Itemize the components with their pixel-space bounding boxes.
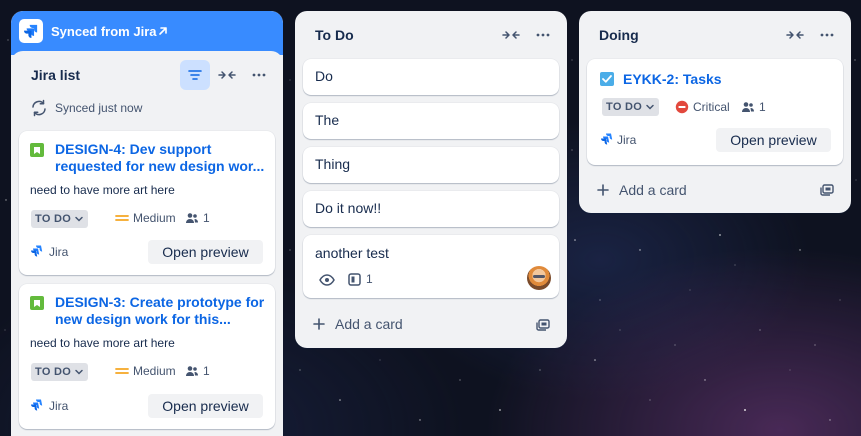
card-title: The [315, 112, 340, 128]
chevron-down-icon [646, 104, 654, 110]
synced-from-jira-banner[interactable]: Synced from Jira [11, 11, 283, 55]
task-checkbox-icon [600, 72, 614, 86]
more-icon [820, 33, 834, 37]
card-title: Thing [315, 156, 351, 172]
banner-title: Synced from Jira [51, 24, 157, 39]
list-title[interactable]: Doing [599, 27, 639, 43]
status-dropdown[interactable]: TO DO [602, 98, 660, 116]
jira-source-icon [31, 399, 43, 411]
add-card-label: Add a card [335, 316, 403, 332]
list-title[interactable]: Jira list [31, 67, 80, 83]
jira-card-design-4[interactable]: DESIGN-4: Dev support requested for new … [19, 131, 275, 275]
filter-icon [188, 70, 202, 80]
source-label: Jira [49, 399, 69, 413]
people-icon [186, 213, 198, 223]
plus-icon [313, 318, 325, 330]
avatar[interactable] [527, 266, 551, 290]
jira-card-eykk-2[interactable]: EYKK-2: Tasks TO DO Critical 1 Jira Open… [587, 59, 843, 165]
card-title: Do [315, 68, 333, 84]
more-icon [252, 73, 266, 77]
priority-label: Medium [133, 364, 176, 378]
add-card-button[interactable]: Add a card [597, 182, 687, 198]
assignees: 1 [741, 100, 766, 114]
card-description: need to have more art here [30, 183, 175, 197]
more-icon [536, 33, 550, 37]
attachment-count: 1 [366, 272, 373, 286]
add-card-label: Add a card [619, 182, 687, 198]
jira-source-icon [31, 245, 43, 257]
source-label: Jira [617, 133, 637, 147]
status-dropdown[interactable]: TO DO [31, 210, 89, 228]
collapse-list-button[interactable] [213, 61, 241, 89]
card-thing[interactable]: Thing [303, 147, 559, 183]
priority-medium-icon [115, 215, 129, 221]
card-title: another test [315, 245, 389, 261]
collapse-list-button[interactable] [497, 21, 525, 49]
plus-icon [597, 184, 609, 196]
source-label: Jira [49, 245, 69, 259]
jira-list: Synced from Jira Jira list Synced just n… [11, 11, 283, 436]
people-icon [186, 366, 198, 376]
add-card-button[interactable]: Add a card [313, 316, 403, 332]
collapse-icon [218, 71, 236, 79]
assignee-count: 1 [203, 364, 210, 378]
priority: Medium [115, 364, 176, 378]
people-icon [742, 102, 754, 112]
priority-medium-icon [115, 368, 129, 374]
status-label: TO DO [35, 213, 72, 225]
template-icon [820, 184, 834, 196]
todo-list: To Do Do The Thing Do it now!! another t… [295, 11, 567, 348]
template-icon [536, 319, 550, 331]
watch-eye-icon [319, 274, 335, 286]
open-preview-button[interactable]: Open preview [148, 240, 263, 264]
collapse-icon [502, 31, 520, 39]
card-title[interactable]: DESIGN-4: Dev support requested for new … [55, 141, 275, 174]
priority-label: Critical [693, 100, 730, 114]
sync-icon [30, 99, 48, 122]
assignee-count: 1 [203, 211, 210, 225]
jira-logo-icon [19, 19, 43, 43]
card-title: Do it now!! [315, 200, 382, 216]
status-dropdown[interactable]: TO DO [31, 363, 89, 381]
sync-status: Synced just now [55, 101, 143, 115]
create-from-template-button[interactable] [813, 176, 841, 204]
create-from-template-button[interactable] [529, 311, 557, 339]
open-preview-button[interactable]: Open preview [716, 128, 831, 152]
card-another-test[interactable]: another test 1 [303, 235, 559, 298]
jira-card-design-3[interactable]: DESIGN-3: Create prototype for new desig… [19, 284, 275, 429]
priority: Medium [115, 211, 176, 225]
list-more-button[interactable] [529, 21, 557, 49]
status-label: TO DO [606, 101, 643, 113]
collapse-icon [786, 31, 804, 39]
external-link-icon [157, 24, 169, 42]
list-more-button[interactable] [813, 21, 841, 49]
priority-critical-icon [675, 100, 689, 114]
assignee-count: 1 [759, 100, 766, 114]
attachment-board-icon [348, 273, 361, 286]
doing-list: Doing EYKK-2: Tasks TO DO Critical 1 Jir… [579, 11, 851, 213]
card-description: need to have more art here [30, 336, 175, 350]
list-more-button[interactable] [245, 61, 273, 89]
story-icon [30, 296, 44, 310]
story-icon [30, 143, 44, 157]
card-do[interactable]: Do [303, 59, 559, 95]
jira-source-icon [601, 133, 613, 145]
priority: Critical [675, 100, 730, 114]
card-title[interactable]: DESIGN-3: Create prototype for new desig… [55, 294, 275, 327]
card-the[interactable]: The [303, 103, 559, 139]
open-preview-button[interactable]: Open preview [148, 394, 263, 418]
chevron-down-icon [75, 216, 83, 222]
filter-button[interactable] [180, 60, 210, 90]
list-title[interactable]: To Do [315, 27, 354, 43]
card-title[interactable]: EYKK-2: Tasks [623, 71, 722, 87]
collapse-list-button[interactable] [781, 21, 809, 49]
card-do-it-now[interactable]: Do it now!! [303, 191, 559, 227]
priority-label: Medium [133, 211, 176, 225]
assignees: 1 [185, 364, 210, 378]
assignees: 1 [185, 211, 210, 225]
status-label: TO DO [35, 366, 72, 378]
chevron-down-icon [75, 369, 83, 375]
